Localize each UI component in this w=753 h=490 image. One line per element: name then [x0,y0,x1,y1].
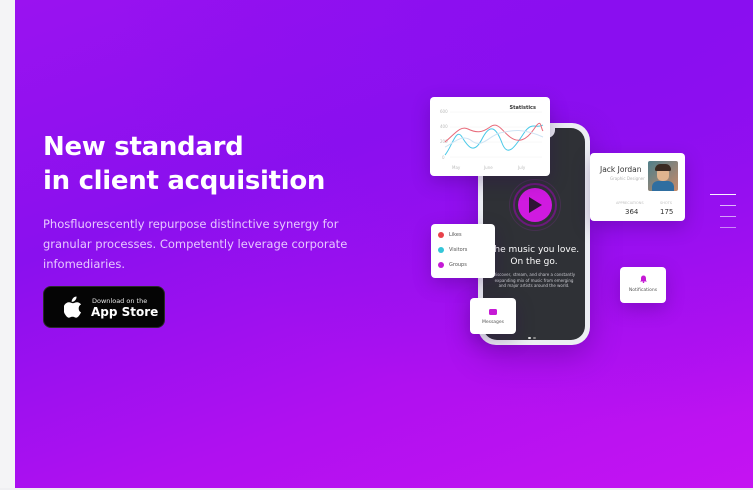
hero-subtitle: Phosfluorescently repurpose distinctive … [43,217,348,271]
groups-icon [438,262,444,268]
y-tick-400: 400 [440,124,448,129]
messages-card[interactable]: Messages [470,298,516,334]
y-tick-0: 0 [442,155,445,160]
stat-line-light [444,130,544,148]
app-store-small-label: Download on the [92,297,148,305]
app-store-big-label: App Store [91,305,159,319]
hero-title: New standard in client acquisition [43,130,423,198]
hero-title-line1: New standard [43,132,244,162]
play-icon [529,197,542,213]
carousel-dots [528,324,542,339]
menu-lines-icon[interactable] [710,194,736,234]
x-tick-may: May [452,165,461,170]
visitors-icon [438,247,444,253]
hero-section: New standard in client acquisition Phosf… [15,0,753,488]
page-left-margin [0,0,15,490]
notifications-card[interactable]: Notifications [620,267,666,303]
x-tick-july: July [517,165,526,170]
profile-role: Graphic Designer [610,176,645,181]
app-store-button[interactable]: Download on the App Store [43,286,165,328]
appreciations-value: 364 [625,208,639,216]
message-icon [489,309,497,315]
appreciations-label: APPRECIATIONS [616,201,644,205]
apple-icon [64,296,82,318]
avatar [648,161,678,191]
hero-title-line2: in client acquisition [43,166,326,196]
list-item-label: Groups [449,262,467,268]
shots-value: 175 [660,208,674,216]
play-button[interactable] [518,188,552,222]
profile-card: Jack Jordan Graphic Designer APPRECIATIO… [590,153,685,221]
stats-list-card: Likes Visitors Groups [431,224,495,278]
y-tick-600: 600 [440,109,448,114]
y-tick-200: 200 [440,139,448,144]
shots-label: SHOTS [660,201,672,205]
bell-icon [640,275,647,283]
music-title: The music you love. On the go. [488,245,580,267]
statistics-card: Statistics 600 400 200 0 May June July [430,97,550,176]
messages-label: Messages [481,320,505,325]
statistics-chart: 600 400 200 0 May June July [440,109,544,170]
notifications-label: Notifications [628,288,658,293]
x-tick-june: June [483,165,493,170]
list-item-label: Visitors [449,247,468,253]
heart-icon [438,232,444,238]
music-description: Discover, stream, and share a constantly… [492,272,576,288]
profile-name: Jack Jordan [600,165,642,174]
list-item-label: Likes [449,232,462,238]
